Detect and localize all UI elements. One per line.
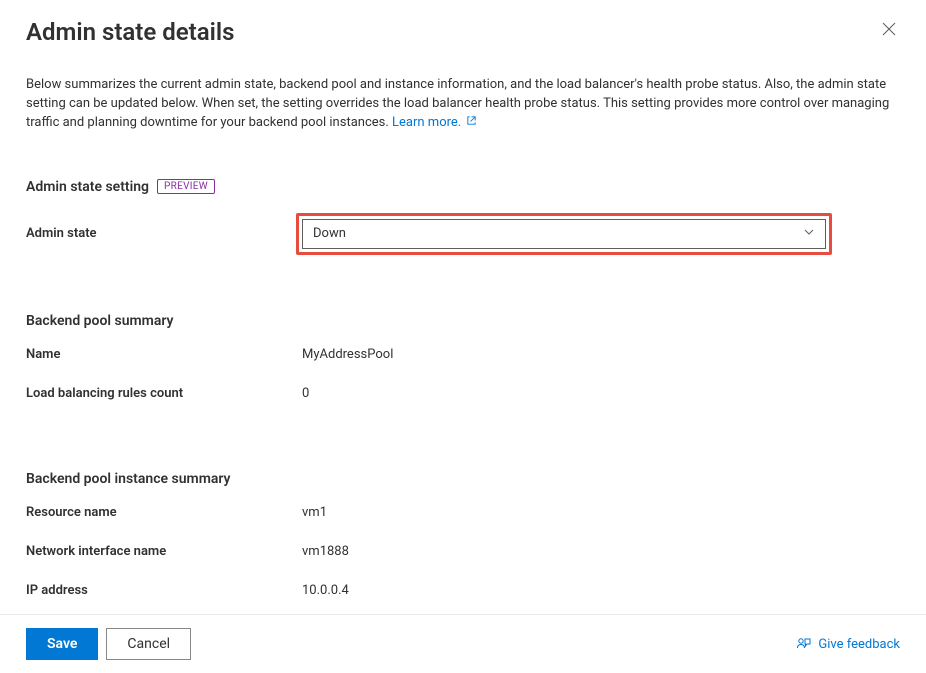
ip-address-label: IP address bbox=[26, 583, 302, 598]
learn-more-label: Learn more. bbox=[392, 115, 461, 130]
rules-count-label: Load balancing rules count bbox=[26, 386, 302, 401]
nic-name-label: Network interface name bbox=[26, 544, 302, 559]
feedback-icon bbox=[796, 636, 812, 652]
pool-name-label: Name bbox=[26, 347, 302, 362]
pool-name-value: MyAddressPool bbox=[302, 347, 393, 362]
ip-address-value: 10.0.0.4 bbox=[302, 583, 349, 598]
admin-state-select[interactable]: Down bbox=[302, 219, 826, 249]
rules-count-value: 0 bbox=[302, 386, 309, 401]
description-text: Below summarizes the current admin state… bbox=[26, 76, 896, 133]
give-feedback-link[interactable]: Give feedback bbox=[796, 636, 900, 652]
resource-name-value: vm1 bbox=[302, 505, 327, 520]
admin-state-section-title: Admin state setting PREVIEW bbox=[26, 179, 900, 195]
close-button[interactable] bbox=[878, 18, 900, 43]
admin-state-label: Admin state bbox=[26, 226, 302, 241]
instance-section-title: Backend pool instance summary bbox=[26, 471, 900, 487]
admin-state-highlight: Down bbox=[296, 213, 832, 255]
page-title: Admin state details bbox=[26, 18, 234, 46]
admin-state-section-label: Admin state setting bbox=[26, 179, 149, 195]
feedback-label: Give feedback bbox=[818, 637, 900, 652]
admin-state-selected-value: Down bbox=[313, 226, 346, 241]
external-link-icon bbox=[466, 116, 477, 129]
cancel-button[interactable]: Cancel bbox=[106, 628, 191, 660]
save-button[interactable]: Save bbox=[26, 628, 98, 660]
resource-name-label: Resource name bbox=[26, 505, 302, 520]
footer-bar: Save Cancel Give feedback bbox=[0, 614, 926, 673]
learn-more-link[interactable]: Learn more. bbox=[392, 115, 477, 130]
nic-name-value: vm1888 bbox=[302, 544, 349, 559]
close-icon bbox=[882, 22, 896, 36]
chevron-down-icon bbox=[803, 226, 815, 242]
preview-badge: PREVIEW bbox=[157, 179, 215, 194]
backend-pool-section-title: Backend pool summary bbox=[26, 313, 900, 329]
